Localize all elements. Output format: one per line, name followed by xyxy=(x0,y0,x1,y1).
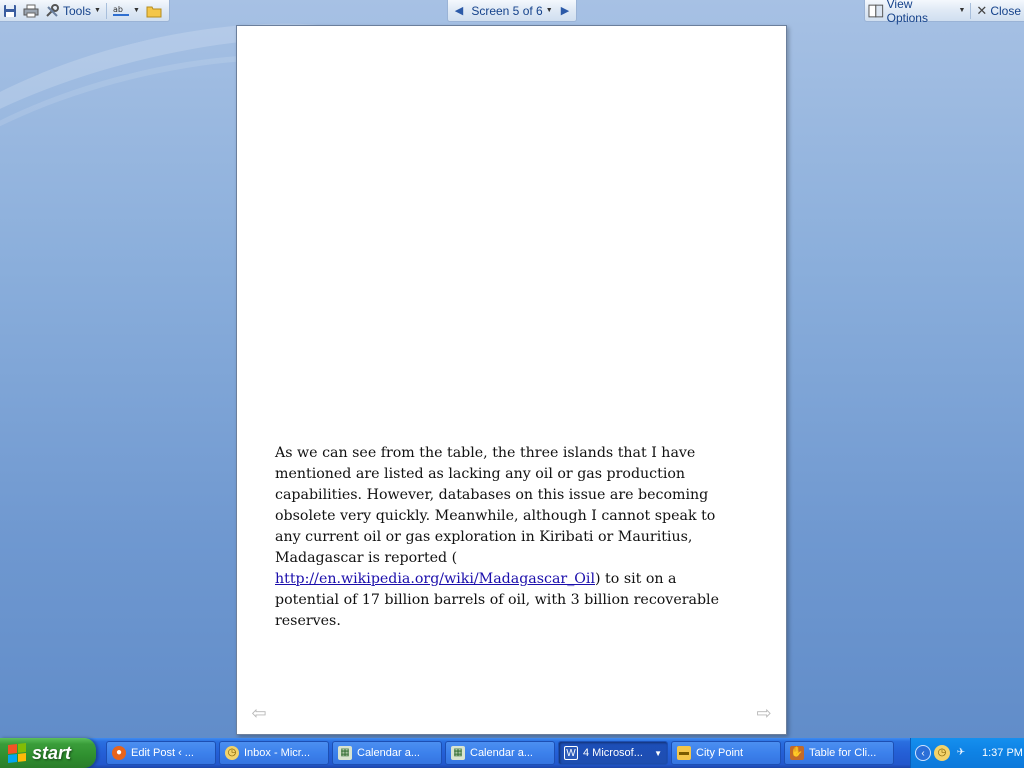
tools-menu-button[interactable]: Tools ▼ xyxy=(42,1,104,21)
show-hidden-icons-icon[interactable]: ‹ xyxy=(915,745,931,761)
task-button[interactable]: ▦ Calendar a... xyxy=(332,741,442,765)
chevron-down-icon: ▼ xyxy=(132,7,140,14)
document-paragraph: As we can see from the table, the three … xyxy=(275,443,735,632)
folder-button[interactable] xyxy=(143,1,165,21)
next-page-arrow-icon[interactable]: ⇨ xyxy=(754,704,774,722)
task-button-active[interactable]: W 4 Microsof... ▼ xyxy=(558,741,668,765)
taskbar: start ● Edit Post ‹ ... ◷ Inbox - Micr..… xyxy=(0,738,1024,768)
start-button[interactable]: start xyxy=(0,738,96,768)
app-icon: ✋ xyxy=(790,746,804,760)
start-label: start xyxy=(32,742,72,763)
close-icon: ✕ xyxy=(976,2,988,18)
task-button[interactable]: ▦ Calendar a... xyxy=(445,741,555,765)
close-button[interactable]: ✕ Close xyxy=(973,1,1024,21)
save-icon xyxy=(4,4,16,17)
view-options-label: View Options xyxy=(886,0,928,25)
print-icon xyxy=(23,4,39,17)
tools-label: Tools xyxy=(63,3,92,18)
tray-app-icon[interactable]: ◷ xyxy=(934,745,950,761)
task-button[interactable]: ● Edit Post ‹ ... xyxy=(106,741,216,765)
task-label: Calendar a... xyxy=(470,747,533,759)
chevron-down-icon: ▼ xyxy=(94,7,101,14)
calendar-icon: ▦ xyxy=(451,746,465,760)
previous-page-arrow-icon[interactable]: ⇦ xyxy=(249,704,269,722)
task-label: Inbox - Micr... xyxy=(244,747,311,759)
view-options-icon xyxy=(868,4,884,17)
save-button[interactable] xyxy=(0,1,20,21)
task-label: Calendar a... xyxy=(357,747,420,759)
chevron-down-icon: ▼ xyxy=(545,7,553,14)
document-page: As we can see from the table, the three … xyxy=(236,25,787,735)
next-screen-button[interactable]: ▶ xyxy=(558,4,572,17)
outlook-icon: ◷ xyxy=(225,746,239,760)
toolbar-left-group: Tools ▼ ab ▼ xyxy=(0,0,170,22)
task-list: ● Edit Post ‹ ... ◷ Inbox - Micr... ▦ Ca… xyxy=(106,738,897,768)
spelling-button[interactable]: ab ▼ xyxy=(109,1,143,21)
toolbar-separator xyxy=(105,2,107,19)
task-button[interactable]: ◷ Inbox - Micr... xyxy=(219,741,329,765)
reading-toolbar: Tools ▼ ab ▼ ◀ Screen 5 of 6 ▼ ▶ View Op… xyxy=(0,0,1024,25)
task-label: 4 Microsof... xyxy=(583,747,643,759)
chevron-down-icon: ▼ xyxy=(958,7,966,14)
word-icon: W xyxy=(564,746,578,760)
system-tray: ‹ ◷ ✈ 1:37 PM xyxy=(910,738,1024,768)
folder-icon xyxy=(146,6,162,17)
task-label: Table for Cli... xyxy=(809,747,877,759)
folder-icon: ▬ xyxy=(677,746,691,760)
print-button[interactable] xyxy=(20,1,42,21)
firefox-icon: ● xyxy=(112,746,126,760)
tools-icon xyxy=(46,3,59,17)
previous-screen-button[interactable]: ◀ xyxy=(452,4,466,17)
screen-indicator: Screen 5 of 6 xyxy=(471,3,543,18)
calendar-icon: ▦ xyxy=(338,746,352,760)
svg-text:ab: ab xyxy=(113,5,123,14)
paragraph-text-before-link: As we can see from the table, the three … xyxy=(275,445,716,566)
screen-selector[interactable]: Screen 5 of 6 ▼ xyxy=(471,4,552,18)
network-icon[interactable]: ✈ xyxy=(953,745,969,761)
task-label: City Point xyxy=(696,747,744,759)
screen-navigator: ◀ Screen 5 of 6 ▼ ▶ xyxy=(447,0,577,22)
madagascar-oil-link[interactable]: http://en.wikipedia.org/wiki/Madagascar_… xyxy=(275,571,595,587)
chevron-down-icon: ▼ xyxy=(654,748,662,758)
task-label: Edit Post ‹ ... xyxy=(131,747,194,759)
view-options-button[interactable]: View Options ▼ xyxy=(865,0,968,25)
windows-logo-icon xyxy=(8,743,26,763)
close-label: Close xyxy=(990,3,1021,18)
toolbar-separator xyxy=(970,2,972,19)
clock[interactable]: 1:37 PM xyxy=(982,747,1023,759)
task-button[interactable]: ▬ City Point xyxy=(671,741,781,765)
task-button[interactable]: ✋ Table for Cli... xyxy=(784,741,894,765)
toolbar-right-group: View Options ▼ ✕ Close xyxy=(864,0,1024,25)
spelling-icon: ab xyxy=(112,5,129,16)
